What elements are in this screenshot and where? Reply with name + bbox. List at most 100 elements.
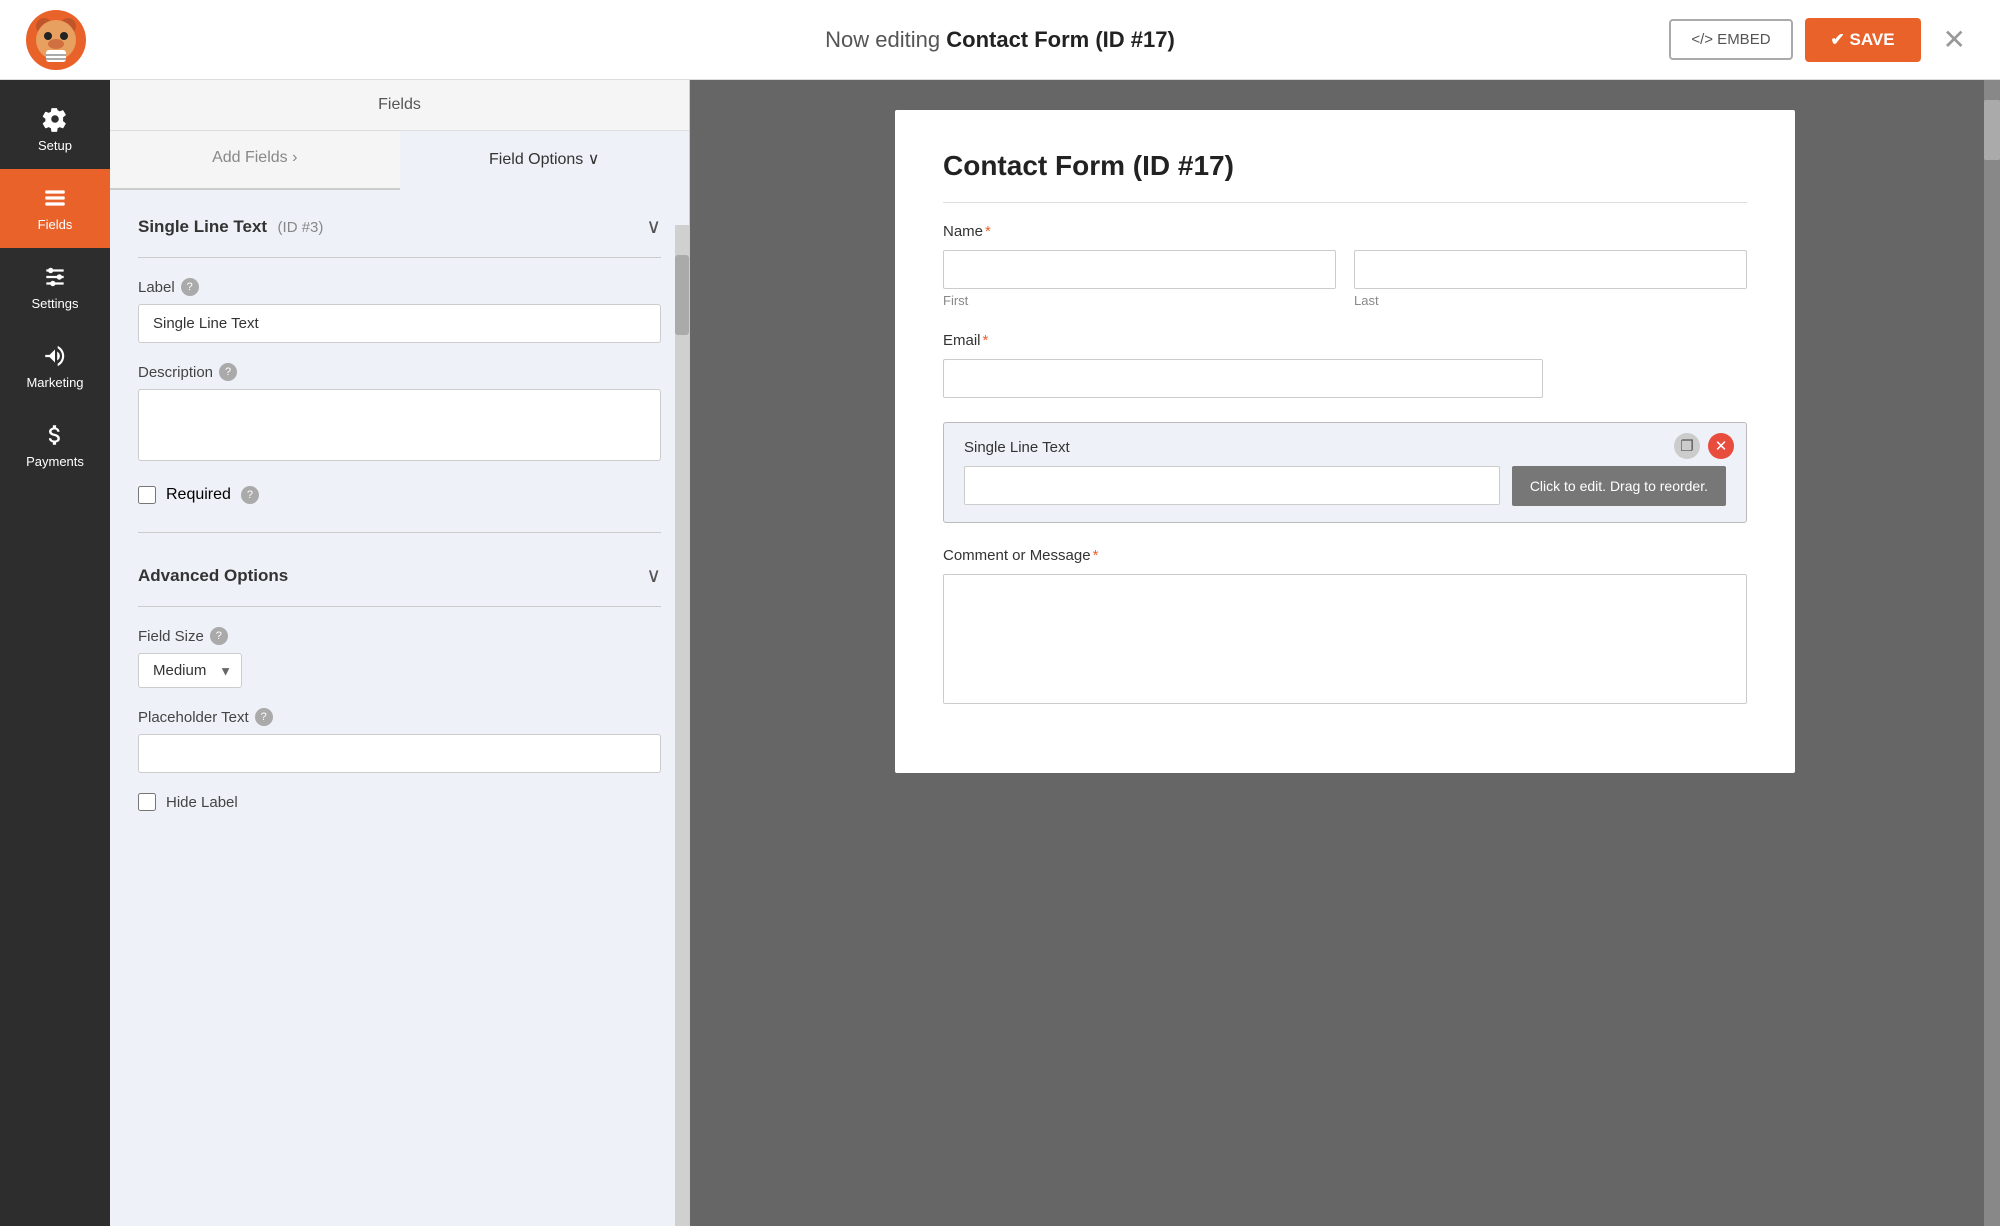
preview-name-last-col: Last xyxy=(1354,250,1747,308)
preview-comment-label: Comment or Message* xyxy=(943,547,1747,564)
preview-single-line-label: Single Line Text xyxy=(964,439,1726,456)
logo xyxy=(24,8,88,72)
fields-panel: Fields Add Fields › Field Options ∨ Sing… xyxy=(110,80,690,1226)
preview-single-line-input[interactable] xyxy=(964,466,1500,505)
sidebar-item-payments[interactable]: Payments xyxy=(0,406,110,485)
tab-add-arrow: › xyxy=(292,149,297,166)
required-label: Required xyxy=(166,486,231,504)
panel-scroll-thumb xyxy=(675,255,689,335)
required-checkbox[interactable] xyxy=(138,486,156,504)
field-copy-button[interactable]: ❐ xyxy=(1674,433,1700,459)
tab-field-options[interactable]: Field Options ∨ xyxy=(400,131,690,190)
sidebar-item-marketing[interactable]: Marketing xyxy=(0,327,110,406)
page-title: Now editing Contact Form (ID #17) xyxy=(825,27,1175,53)
save-button[interactable]: ✔ SAVE xyxy=(1805,18,1921,62)
preview-email-input[interactable] xyxy=(943,359,1543,398)
preview-name-first-label: First xyxy=(943,293,1336,308)
field-divider-2 xyxy=(138,532,661,533)
field-section-chevron[interactable]: ∨ xyxy=(646,214,661,239)
fields-icon xyxy=(42,185,68,211)
field-size-select[interactable]: Small Medium Large xyxy=(138,653,242,688)
description-help-icon[interactable]: ? xyxy=(219,363,237,381)
form-preview-title: Contact Form (ID #17) xyxy=(943,150,1747,203)
advanced-section: Advanced Options ∨ Field Size ? Small Me… xyxy=(138,563,661,811)
sidebar-label-fields: Fields xyxy=(38,217,73,232)
placeholder-label: Placeholder Text ? xyxy=(138,708,661,726)
preview-single-line-input-wrapper xyxy=(964,466,1500,506)
description-input[interactable] xyxy=(138,389,661,461)
required-group: Required ? xyxy=(138,486,661,504)
sidebar: Setup Fields Settings xyxy=(0,80,110,1226)
preview-area: Contact Form (ID #17) Name* First Last xyxy=(690,80,2000,1226)
fields-content[interactable]: Single Line Text (ID #3) ∨ Label ? Descr… xyxy=(110,190,689,1226)
advanced-chevron[interactable]: ∨ xyxy=(646,563,661,588)
field-action-icons: ❐ ✕ xyxy=(1674,433,1734,459)
preview-single-line-field[interactable]: ❐ ✕ Single Line Text Click to edit. Drag… xyxy=(943,422,1747,523)
sliders-icon xyxy=(42,264,68,290)
dollar-icon xyxy=(42,422,68,448)
preview-email-field: Email* xyxy=(943,332,1747,398)
preview-scroll-thumb xyxy=(1984,100,2000,160)
label-input[interactable] xyxy=(138,304,661,343)
required-help-icon[interactable]: ? xyxy=(241,486,259,504)
sidebar-item-setup[interactable]: Setup xyxy=(0,90,110,169)
sidebar-label-setup: Setup xyxy=(38,138,72,153)
tab-add-fields[interactable]: Add Fields › xyxy=(110,131,400,188)
field-divider-1 xyxy=(138,257,661,258)
sidebar-label-marketing: Marketing xyxy=(26,375,83,390)
extra-checkbox[interactable] xyxy=(138,793,156,811)
field-section-title: Single Line Text (ID #3) xyxy=(138,217,323,237)
sidebar-item-settings[interactable]: Settings xyxy=(0,248,110,327)
preview-comment-input[interactable] xyxy=(943,574,1747,704)
email-required-marker: * xyxy=(983,332,989,349)
preview-name-row: First Last xyxy=(943,250,1747,308)
preview-name-label: Name* xyxy=(943,223,1747,240)
fields-tabs: Add Fields › Field Options ∨ xyxy=(110,131,689,190)
sidebar-label-settings: Settings xyxy=(32,296,79,311)
field-size-help-icon[interactable]: ? xyxy=(210,627,228,645)
sidebar-item-fields[interactable]: Fields xyxy=(0,169,110,248)
embed-button[interactable]: </> EMBED xyxy=(1669,19,1792,60)
preview-name-first-input[interactable] xyxy=(943,250,1336,289)
label-help-icon[interactable]: ? xyxy=(181,278,199,296)
placeholder-input[interactable] xyxy=(138,734,661,773)
megaphone-icon xyxy=(42,343,68,369)
label-label: Label ? xyxy=(138,278,661,296)
description-label: Description ? xyxy=(138,363,661,381)
logo-icon xyxy=(24,8,88,72)
preview-name-field: Name* First Last xyxy=(943,223,1747,308)
description-group: Description ? xyxy=(138,363,661,466)
preview-name-last-input[interactable] xyxy=(1354,250,1747,289)
panel-scrollbar[interactable] xyxy=(675,225,689,1226)
field-size-label: Field Size ? xyxy=(138,627,661,645)
preview-single-line-row: Click to edit. Drag to reorder. xyxy=(964,466,1726,506)
preview-email-label: Email* xyxy=(943,332,1747,349)
preview-name-last-label: Last xyxy=(1354,293,1747,308)
main-layout: Setup Fields Settings xyxy=(0,80,2000,1226)
top-bar: Now editing Contact Form (ID #17) </> EM… xyxy=(0,0,2000,80)
field-remove-button[interactable]: ✕ xyxy=(1708,433,1734,459)
field-divider-3 xyxy=(138,606,661,607)
top-bar-actions: </> EMBED ✔ SAVE ✕ xyxy=(1669,18,1976,62)
fields-panel-header: Fields xyxy=(110,80,689,131)
sidebar-label-payments: Payments xyxy=(26,454,84,469)
field-section-header: Single Line Text (ID #3) ∨ xyxy=(138,214,661,239)
preview-scrollbar[interactable] xyxy=(1984,80,2000,1226)
advanced-header: Advanced Options ∨ xyxy=(138,563,661,588)
placeholder-help-icon[interactable]: ? xyxy=(255,708,273,726)
tab-options-arrow: ∨ xyxy=(588,151,600,168)
preview-comment-field: Comment or Message* xyxy=(943,547,1747,709)
field-size-group: Field Size ? Small Medium Large ▼ xyxy=(138,627,661,688)
close-button[interactable]: ✕ xyxy=(1933,19,1976,60)
extra-checkbox-row: Hide Label xyxy=(138,793,661,811)
form-preview: Contact Form (ID #17) Name* First Last xyxy=(895,110,1795,773)
placeholder-group: Placeholder Text ? xyxy=(138,708,661,773)
field-hint-text: Click to edit. Drag to reorder. xyxy=(1512,466,1726,506)
field-section-id: (ID #3) xyxy=(278,219,324,236)
advanced-title: Advanced Options xyxy=(138,566,288,586)
field-size-select-wrapper: Small Medium Large ▼ xyxy=(138,653,242,688)
extra-checkbox-label: Hide Label xyxy=(166,794,238,811)
name-required-marker: * xyxy=(985,223,991,240)
comment-required-marker: * xyxy=(1093,547,1099,564)
label-group: Label ? xyxy=(138,278,661,343)
